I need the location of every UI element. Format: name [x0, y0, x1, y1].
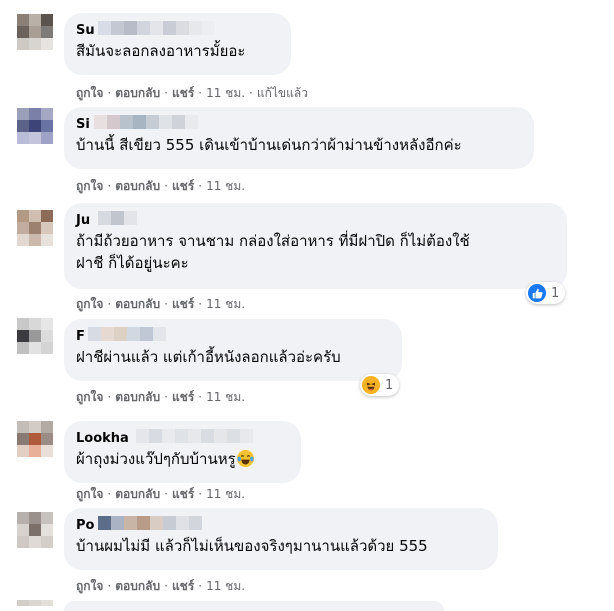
edited-label[interactable]: แก้ไขแล้ว: [257, 86, 308, 100]
share-button[interactable]: แชร์: [172, 297, 194, 311]
comment-text: ผ้าถุงม่วงแว๊ปๆกับบ้านหรู: [76, 448, 289, 470]
timestamp[interactable]: 11 ชม.: [206, 390, 245, 404]
comment-bubble: Su สีมันจะลอกลงอาหารมั้ยอะ: [64, 13, 291, 75]
redacted-name-mosaic: [94, 115, 198, 129]
share-button[interactable]: แชร์: [172, 579, 194, 593]
comment-text-body: ผ้าถุงม่วงแว๊ปๆกับบ้านหรู: [76, 450, 236, 468]
timestamp[interactable]: 11 ชม.: [206, 86, 245, 100]
comment-author[interactable]: F: [76, 329, 85, 344]
comment-bubble: F ฝาชีผ่านแล้ว แต่เก้าอี้หนังลอกแล้วอ่ะค…: [64, 319, 402, 381]
comment-text: ฝาชีผ่านแล้ว แต่เก้าอี้หนังลอกแล้วอ่ะครั…: [76, 348, 341, 366]
like-button[interactable]: ถูกใจ: [76, 390, 103, 404]
comment-actions: ถูกใจ · ตอบกลับ · แชร์ · 11 ชม.: [76, 297, 246, 311]
comment-bubble: Po บ้านผมไม่มี แล้วก็ไม่เห็นของจริงๆมานา…: [64, 508, 498, 570]
redacted-name-mosaic: [88, 327, 166, 341]
comment-actions: ถูกใจ · ตอบกลับ · แชร์ · 11 ชม. · แก้ไขแล้ว: [76, 86, 308, 100]
avatar[interactable]: [17, 421, 53, 457]
avatar[interactable]: [17, 600, 53, 606]
timestamp[interactable]: 11 ชม.: [206, 487, 245, 501]
reply-button[interactable]: ตอบกลับ: [115, 179, 160, 193]
reaction-badge[interactable]: 1: [526, 282, 566, 304]
redacted-name-mosaic: [98, 21, 215, 35]
haha-icon: [362, 376, 380, 394]
timestamp[interactable]: 11 ชม.: [206, 579, 245, 593]
like-button[interactable]: ถูกใจ: [76, 297, 103, 311]
comment-actions: ถูกใจ · ตอบกลับ · แชร์ · 11 ชม.: [76, 179, 246, 193]
share-button[interactable]: แชร์: [172, 179, 194, 193]
share-button[interactable]: แชร์: [172, 390, 194, 404]
timestamp[interactable]: 11 ชม.: [206, 179, 245, 193]
comment-text: บ้านนี้ สีเขียว 555 เดินเข้าบ้านเด่นกว่า…: [76, 136, 462, 154]
share-button[interactable]: แชร์: [172, 86, 194, 100]
comment-actions: ถูกใจ · ตอบกลับ · แชร์ · 11 ชม.: [76, 579, 246, 593]
comment-actions: ถูกใจ · ตอบกลับ · แชร์ · 11 ชม.: [76, 390, 246, 404]
comment-author[interactable]: Ju: [76, 213, 90, 228]
comment-author[interactable]: Si: [76, 117, 90, 132]
comment-bubble: Lookha ผ้าถุงม่วงแว๊ปๆกับบ้านหรู: [64, 421, 301, 483]
comment-text: บ้านผมไม่มี แล้วก็ไม่เห็นของจริงๆมานานแล…: [76, 537, 428, 555]
timestamp[interactable]: 11 ชม.: [206, 297, 245, 311]
redacted-name-mosaic: [98, 211, 137, 225]
reply-button[interactable]: ตอบกลับ: [115, 579, 160, 593]
like-button[interactable]: ถูกใจ: [76, 487, 103, 501]
laughing-tears-emoji: [236, 450, 254, 467]
like-button[interactable]: ถูกใจ: [76, 86, 103, 100]
reply-button[interactable]: ตอบกลับ: [115, 390, 160, 404]
comment-actions: ถูกใจ · ตอบกลับ · แชร์ · 11 ชม.: [76, 487, 246, 501]
reaction-count: 1: [385, 377, 394, 393]
avatar[interactable]: [17, 108, 53, 144]
comment-bubble-peek: [64, 601, 444, 611]
comment-text: สีมันจะลอกลงอาหารมั้ยอะ: [76, 42, 246, 60]
reaction-badge[interactable]: 1: [360, 374, 400, 396]
comment-text: ถ้ามีถ้วยอาหาร จานชาม กล่องใส่อาหาร ที่ม…: [76, 232, 470, 272]
avatar[interactable]: [17, 14, 53, 50]
avatar[interactable]: [17, 210, 53, 246]
comment-bubble: Si บ้านนี้ สีเขียว 555 เดินเข้าบ้านเด่นก…: [64, 107, 534, 169]
comment-author[interactable]: Lookha: [76, 431, 129, 446]
share-button[interactable]: แชร์: [172, 487, 194, 501]
like-icon: [528, 284, 546, 302]
comment-author[interactable]: Su: [76, 23, 95, 38]
reply-button[interactable]: ตอบกลับ: [115, 487, 160, 501]
avatar[interactable]: [17, 318, 53, 354]
reply-button[interactable]: ตอบกลับ: [115, 86, 160, 100]
redacted-name-mosaic: [98, 516, 202, 530]
like-button[interactable]: ถูกใจ: [76, 179, 103, 193]
reaction-count: 1: [551, 285, 560, 301]
comment-bubble: Ju ถ้ามีถ้วยอาหาร จานชาม กล่องใส่อาหาร ท…: [64, 203, 567, 289]
like-button[interactable]: ถูกใจ: [76, 579, 103, 593]
redacted-name-mosaic: [136, 429, 253, 443]
avatar[interactable]: [17, 512, 53, 548]
reply-button[interactable]: ตอบกลับ: [115, 297, 160, 311]
comment-author[interactable]: Po: [76, 518, 94, 533]
